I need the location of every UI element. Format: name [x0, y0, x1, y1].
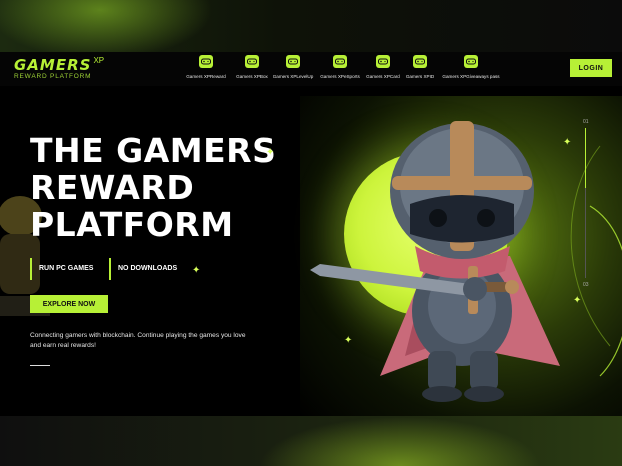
- brand-tagline: REWARD PLATFORM: [14, 73, 92, 80]
- hero-description: Connecting gamers with blockchain. Conti…: [30, 332, 246, 349]
- explore-now-button[interactable]: EXPLORE NOW: [30, 295, 108, 313]
- brand-logo[interactable]: GAMERS XP REWARD PLATFORM: [14, 56, 104, 80]
- gamepad-icon: [286, 55, 300, 68]
- sparkle-icon: ✦: [573, 295, 582, 306]
- nav-label: Gamers XPGiveaways pass: [442, 74, 500, 79]
- login-button[interactable]: LOGIN: [570, 59, 612, 77]
- hero-title-line-3: PLATFORM: [30, 205, 234, 244]
- divider: [30, 365, 50, 366]
- sparkle-icon: ✦: [563, 137, 572, 148]
- slider-end-label: 03: [583, 282, 589, 288]
- gamepad-icon: [333, 55, 347, 68]
- nav-item-xpgiveaways[interactable]: Gamers XPGiveaways pass: [439, 55, 503, 79]
- sparkle-icon: ✦: [192, 265, 201, 276]
- hero-title: THE GAMERS REWARD PLATFORM: [30, 132, 276, 243]
- hero-section: THE GAMERS REWARD PLATFORM ✦ ✦ ✦ ✦ ✦ RUN…: [0, 86, 622, 416]
- nav-label: Gamers XPLevelUp: [272, 74, 314, 79]
- badge-run-pc-games: RUN PC GAMES: [30, 258, 93, 280]
- nav-item-xplevelup[interactable]: Gamers XPLevelUp: [267, 55, 319, 79]
- site-header: GAMERS XP REWARD PLATFORM Gamers XPReward…: [0, 52, 622, 86]
- brand-suffix: XP: [93, 56, 105, 65]
- knight-character-illustration: [310, 121, 560, 402]
- sparkle-icon: ✦: [344, 335, 353, 346]
- nav-item-xpreward[interactable]: Gamers XPReward: [180, 55, 232, 79]
- hero-title-line-2: REWARD: [30, 168, 195, 207]
- badge-no-downloads: NO DOWNLOADS: [109, 258, 177, 280]
- gamepad-icon: [376, 55, 390, 68]
- gamepad-icon: [245, 55, 259, 68]
- nav-label: Gamers XPReward: [186, 74, 226, 79]
- gamepad-icon: [413, 55, 427, 68]
- brand-name: GAMERS: [14, 56, 92, 74]
- sparkle-icon: ✦: [266, 147, 275, 158]
- gamepad-icon: [199, 55, 213, 68]
- gamepad-icon: [464, 55, 478, 68]
- hero-title-line-1: THE GAMERS: [30, 131, 277, 170]
- top-backdrop: [0, 0, 622, 52]
- bottom-backdrop: [0, 416, 622, 466]
- slider-start-label: 01: [583, 119, 589, 125]
- slider-progress: [585, 128, 586, 188]
